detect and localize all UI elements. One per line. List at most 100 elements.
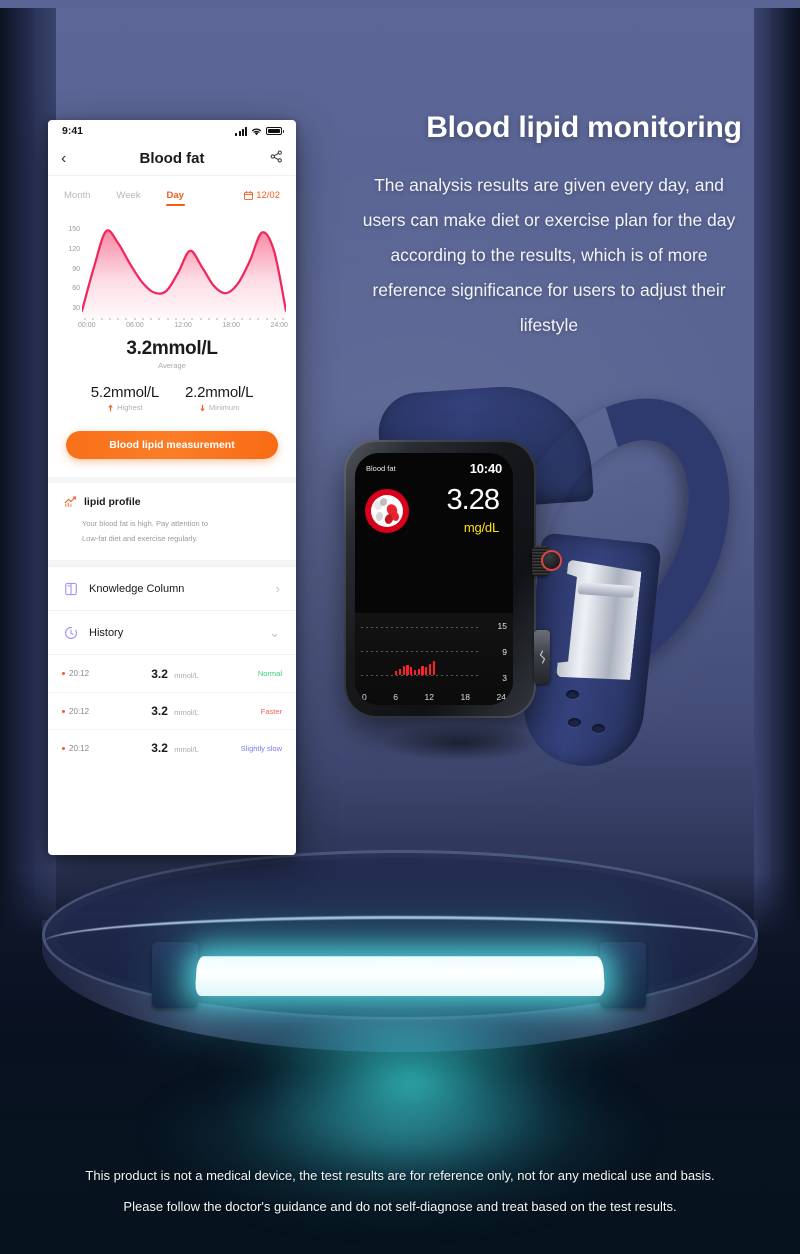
x-tick: 18:00 [222, 322, 240, 329]
watch-screen: Blood fat 10:40 3.28 mg/dL 15 9 3 0 6 12… [355, 453, 513, 705]
status-dot-icon [62, 709, 65, 713]
watch-reading: 3.28 mg/dL [413, 484, 503, 536]
watch-x-tick: 18 [460, 692, 470, 702]
description-line: users can make diet or exercise plan for… [362, 210, 736, 230]
clock-icon [65, 626, 77, 639]
history-number: 3.2 [151, 741, 168, 755]
strap-hole [568, 718, 581, 727]
strap-hole [566, 690, 579, 699]
history-value: 3.2 mmol/L [126, 667, 224, 681]
cell-shape [374, 510, 385, 522]
minimum-stat: 2.2mmol/L Minimum [185, 384, 253, 412]
description-line: reference significance for users to adju… [372, 280, 726, 300]
lipid-profile-card: lipid profile Your blood fat is high. Pa… [48, 483, 296, 560]
lipid-text-line: Low-fat diet and exercise regularly. [82, 534, 198, 543]
page-title: Blood lipid monitoring [426, 111, 742, 144]
average-label: Average [158, 361, 186, 370]
screen-title: Blood fat [139, 150, 205, 167]
signal-bars-icon [235, 126, 247, 136]
cell-shape [391, 510, 400, 522]
watch-x-tick: 6 [393, 692, 398, 702]
history-label: History [89, 626, 124, 639]
history-number: 3.2 [151, 666, 168, 681]
arrow-down-icon [200, 404, 205, 411]
highest-label: Highest [117, 403, 143, 412]
marketing-description: The analysis results are given every day… [318, 168, 780, 343]
history-unit: mmol/L [174, 708, 199, 717]
watch-app-label: Blood fat [366, 464, 396, 473]
podium-glow-strip [194, 956, 606, 997]
highest-stat: 5.2mmol/L Highest [91, 384, 159, 412]
history-time-cell: 20:12 [62, 707, 126, 716]
watch-reading-unit: mg/dL [463, 520, 499, 535]
share-icon[interactable] [270, 149, 283, 168]
minimum-value: 2.2mmol/L [185, 384, 254, 401]
chevron-left-icon[interactable]: ‹ [61, 150, 66, 167]
chart-baseline-dots [84, 317, 284, 321]
watch-case: Blood fat 10:40 3.28 mg/dL 15 9 3 0 6 12… [344, 440, 562, 718]
chart-plot-area [80, 220, 288, 320]
blood-cells-icon-inner [371, 494, 403, 527]
blood-cells-icon [365, 488, 409, 533]
history-time: 20:12 [69, 743, 90, 753]
highest-value: 5.2mmol/L [90, 384, 159, 401]
minimum-label: Minimum [208, 403, 240, 412]
watch-y-tick: 9 [502, 647, 507, 657]
wave-icon [539, 650, 545, 664]
y-tick: 90 [72, 265, 80, 273]
watch-reading-row: 3.28 mg/dL [355, 476, 513, 535]
y-tick: 30 [72, 305, 80, 312]
sidebar-item-knowledge-column[interactable]: Knowledge Column › [48, 566, 296, 610]
sidebar-item-history[interactable]: History ⌄ [48, 610, 296, 654]
minimum-label-row: Minimum [185, 403, 253, 412]
history-unit: mmol/L [174, 670, 199, 680]
watch-crown-button[interactable] [541, 550, 562, 571]
disclaimer-line: This product is not a medical device, th… [85, 1168, 715, 1183]
description-line: lifestyle [519, 315, 579, 335]
lipid-text-line: Your blood fat is high. Pay attention to [82, 519, 209, 528]
lipid-profile-title: lipid profile [84, 495, 141, 508]
calendar-icon [244, 190, 254, 200]
lipid-profile-header: lipid profile [64, 495, 280, 508]
x-tick: 12:00 [174, 322, 192, 329]
chart-bars-icon [64, 496, 76, 507]
tab-week[interactable]: Week [116, 186, 140, 205]
history-time-cell: 20:12 [62, 669, 126, 678]
arrow-up-icon [108, 404, 114, 411]
blood-fat-chart: 150 120 90 60 30 00:00 06:00 12:00 18:00… [52, 220, 290, 329]
history-time: 20:12 [69, 669, 90, 678]
history-value: 3.2 mmol/L [126, 704, 224, 718]
disclaimer-line: Please follow the doctor's guidance and … [123, 1199, 677, 1214]
phone-status-bar: 9:41 [48, 120, 296, 142]
watch-chart-x-labels: 0 6 12 18 24 [359, 692, 509, 702]
history-list: 20:12 3.2 mmol/L Normal 20:12 3.2 mmol/L… [48, 654, 296, 766]
status-badge: Faster [260, 706, 282, 716]
podium-strip-cap-right [600, 942, 646, 1008]
watch-reading-value: 3.28 [446, 484, 500, 516]
watch-y-tick: 15 [497, 621, 507, 631]
blood-lipid-measurement-button[interactable]: Blood lipid measurement [66, 431, 278, 459]
date-selector[interactable]: 12/02 [244, 190, 280, 201]
phone-nav-bar: ‹ Blood fat [48, 142, 296, 176]
status-icon-group [235, 126, 284, 136]
watch-x-tick: 24 [496, 692, 506, 702]
average-value: 3.2mmol/L [126, 338, 218, 359]
watch-side-button[interactable] [534, 630, 550, 684]
x-tick: 24:00 [270, 322, 288, 329]
status-dot-icon [62, 746, 65, 750]
highest-label-row: Highest [91, 403, 159, 412]
list-item[interactable]: 20:12 3.2 mmol/L Normal [48, 655, 296, 692]
lipid-profile-text: Your blood fat is high. Pay attention to… [64, 516, 280, 546]
status-time: 9:41 [62, 125, 84, 137]
x-tick: 06:00 [126, 322, 144, 329]
phone-mockup: 9:41 ‹ Blood fat Month Week Day 12/02 15… [48, 120, 296, 855]
history-number: 3.2 [151, 704, 168, 718]
chevron-right-icon: › [275, 581, 280, 596]
description-line: according to the results, which is of mo… [390, 245, 708, 265]
history-time: 20:12 [69, 706, 90, 716]
tab-month[interactable]: Month [64, 186, 90, 205]
tab-day[interactable]: Day [165, 186, 186, 206]
list-item[interactable]: 20:12 3.2 mmol/L Slightly slow [48, 729, 296, 766]
history-value: 3.2 mmol/L [126, 741, 224, 755]
list-item[interactable]: 20:12 3.2 mmol/L Faster [48, 692, 296, 729]
